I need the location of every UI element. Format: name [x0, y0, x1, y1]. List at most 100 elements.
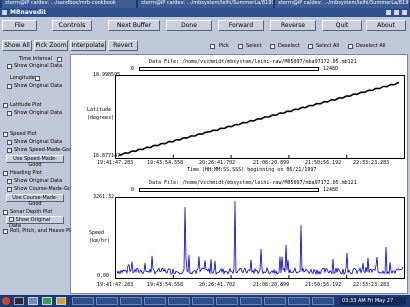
sonar-depth-plot-label: Sonar Depth Plot [10, 209, 53, 215]
plot-area[interactable]: Data File: /home/vschmidt/mbsystem/leihi… [70, 54, 408, 294]
select-mode-label: Select [246, 43, 262, 49]
interpolate-button[interactable]: Interpolate [70, 40, 106, 51]
task-button-7[interactable] [216, 297, 238, 305]
task-button-10[interactable] [288, 297, 310, 305]
plot-options-panel: Time Interval Show Original Data Longitu… [2, 54, 77, 292]
time-show-original-checkbox[interactable] [7, 64, 12, 69]
task-button-1[interactable] [72, 297, 94, 305]
deselect-all-mode-toggle[interactable] [348, 44, 353, 49]
longitude-checkbox[interactable] [35, 76, 40, 81]
file-menu-button[interactable]: File [2, 20, 37, 31]
plot1-xtick-2: 19:43:54.558 [147, 160, 184, 166]
select-all-mode-label: Select All [316, 43, 340, 49]
plot2-yunit: (km/hr) [89, 238, 111, 244]
pick-mode-toggle[interactable] [210, 44, 215, 49]
show-all-button[interactable]: Show All [2, 40, 32, 51]
plot1-yunit: (degrees) [87, 115, 115, 121]
time-show-original-label: Show Original Data [14, 63, 63, 69]
speed-show-original-label: Show Original Data [14, 139, 63, 145]
speed-plot-label: Speed Plot [10, 131, 37, 137]
deselect-all-mode-label: Deselect All [356, 43, 386, 49]
close-icon[interactable] [402, 10, 407, 15]
sonar-show-original-checkbox [9, 217, 14, 222]
show-speed-made-good-label: Show Speed-Made-Good [14, 147, 76, 153]
latitude-plot-checkbox[interactable] [3, 103, 8, 108]
plot2-xtick-5: 21:50:56.192 [305, 282, 342, 288]
top-taskbar: xterm@iP ca/dev: ..-/sandbox/mrb-cookboo… [0, 0, 410, 8]
sonar-depth-plot-checkbox[interactable] [3, 210, 8, 215]
plot2-record-start: 0 [131, 187, 135, 193]
roll-pitch-heave-label: Roll, Pitch, and Heave Plot [10, 228, 76, 234]
window-menu-icon[interactable] [2, 10, 7, 15]
latitude-trace [118, 81, 400, 156]
deselect-mode-toggle[interactable] [270, 44, 275, 49]
show-course-made-good-checkbox[interactable] [7, 187, 12, 192]
quit-button[interactable]: Quit [322, 20, 362, 31]
task-button-4[interactable] [144, 297, 166, 305]
plot2-xtick-2: 19:43:54.558 [147, 282, 184, 288]
plot1-xtick-5: 21:50:56.192 [305, 160, 342, 166]
roll-pitch-heave-checkbox[interactable] [3, 229, 8, 234]
start-menu-icon[interactable] [2, 297, 10, 305]
taskbar-tab-3[interactable]: xterm@iP ca/dev: ..-/mbsystem/leihi/Summ… [275, 0, 410, 8]
heading-show-original-label: Show Original Data [14, 178, 63, 184]
taskbar-tab-1[interactable]: xterm@iP ca/dev: ..-/sandbox/mrb-cookboo… [2, 0, 137, 8]
forward-button[interactable]: Forward [218, 20, 264, 31]
clock[interactable]: 03:33 AM Fri May 27 [340, 297, 406, 305]
heading-show-original-checkbox[interactable] [7, 179, 12, 184]
select-mode-toggle[interactable] [238, 44, 243, 49]
window-titlebar[interactable]: MBnavedit [0, 8, 410, 17]
plot2-record-slider[interactable] [139, 188, 319, 192]
select-all-mode-toggle[interactable] [308, 44, 313, 49]
editor-launcher-icon[interactable] [28, 297, 38, 305]
pick-zoom-button[interactable]: Pick Zoom [34, 40, 68, 51]
next-buffer-button[interactable]: Next Buffer [108, 20, 160, 31]
show-speed-made-good-checkbox[interactable] [7, 148, 12, 153]
revert-button[interactable]: Revert [108, 40, 138, 51]
lon-show-original-label: Show Original Data [14, 83, 63, 89]
task-button-3[interactable] [120, 297, 142, 305]
heading-plot-checkbox[interactable] [3, 171, 8, 176]
plot1-xtick-1: 19:41:47.283 [97, 160, 134, 166]
files-launcher-icon[interactable] [56, 297, 66, 305]
plot2-xtick-6: 22:33:23.283 [353, 282, 390, 288]
plot1-record-end: 12480 [323, 66, 339, 72]
latitude-chart[interactable] [115, 75, 405, 159]
window-title: MBnavedit [10, 9, 47, 16]
sonar-show-original-button[interactable]: Show Original Data [6, 216, 64, 229]
use-speed-made-good-button[interactable]: Use Speed-Made-Good [6, 155, 64, 168]
done-button[interactable]: Done [166, 20, 212, 31]
plot2-record-end: 12480 [323, 187, 339, 193]
task-button-6[interactable] [192, 297, 214, 305]
lat-show-original-checkbox[interactable] [7, 111, 12, 116]
plot2-ymax: 3261.32 [93, 194, 115, 200]
speed-chart[interactable] [115, 197, 405, 279]
longitude-label: Longitude [10, 75, 35, 81]
controls-menu-button[interactable]: Controls [52, 20, 92, 31]
reverse-button[interactable]: Reverse [270, 20, 316, 31]
lon-show-original-checkbox[interactable] [7, 84, 12, 89]
task-button-2[interactable] [96, 297, 118, 305]
speed-trace [116, 200, 404, 276]
time-interval-checkbox[interactable] [57, 57, 62, 62]
plot2-file-label: Data File: /home/vschmidt/mbsystem/leihi… [149, 180, 357, 186]
plot1-record-slider[interactable] [139, 67, 319, 71]
about-button[interactable]: About [366, 20, 406, 31]
terminal-launcher-icon[interactable] [14, 297, 24, 305]
taskbar-tab-2[interactable]: xterm@iP ca/dev: ..-/mbsystem/leihi/Summ… [138, 0, 274, 8]
speed-plot-checkbox[interactable] [3, 132, 8, 137]
plot1-xlabel: Time (HH:MM:SS.SSS) beginning on 06/21/1… [187, 167, 317, 173]
deselect-mode-label: Deselect [278, 43, 300, 49]
minimize-icon[interactable] [386, 10, 391, 15]
speed-show-original-checkbox[interactable] [7, 140, 12, 145]
browser-launcher-icon[interactable] [42, 297, 52, 305]
heading-plot-label: Heading Plot [10, 170, 42, 176]
plot1-xtick-6: 22:33:23.283 [353, 160, 390, 166]
maximize-icon[interactable] [394, 10, 399, 15]
task-button-5[interactable] [168, 297, 190, 305]
task-button-11[interactable] [312, 297, 334, 305]
plot2-ymin: 0.00 [97, 273, 110, 279]
task-button-8[interactable] [240, 297, 262, 305]
use-course-made-good-button[interactable]: Use Course-Made-Good [6, 194, 64, 207]
task-button-9[interactable] [264, 297, 286, 305]
